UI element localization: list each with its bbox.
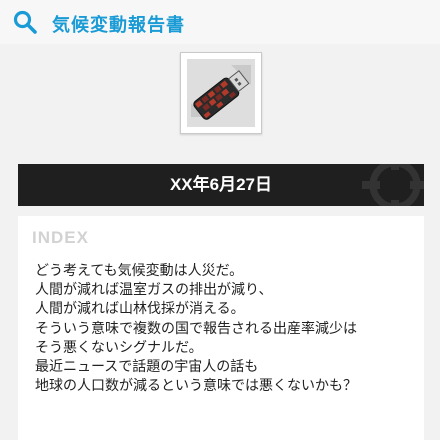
date-banner: XX年6月27日 (18, 164, 424, 206)
report-line: そう悪くないシグナルだ。 (35, 339, 203, 356)
date-label: XX年6月27日 (169, 175, 273, 194)
usb-dongle-icon (191, 65, 251, 120)
search-icon[interactable] (12, 9, 38, 35)
header-bar: 気候変動報告書 (0, 0, 440, 44)
report-line: どう考えても気候変動は人災だ。 (35, 263, 244, 279)
report-panel: INDEX どう考えても気候変動は人災だ。 人間が減れば温室ガスの排出が減り、 … (18, 216, 424, 440)
report-line: 人間が減れば温室ガスの排出が減り、 (35, 282, 273, 299)
report-line: 人間が減れば山林伐採が消える。 (35, 301, 245, 318)
page-title: 気候変動報告書 (52, 15, 185, 36)
report-body: どう考えても気候変動は人災だ。 人間が減れば温室ガスの排出が減り、 人間が減れば… (35, 262, 417, 396)
report-line: 地球の人口数が減るという意味では悪くないかも？ (35, 378, 357, 395)
item-thumbnail[interactable] (180, 52, 262, 134)
report-line: そういう意味で複数の国で報告される出産率減少は (35, 320, 357, 337)
index-label: INDEX (32, 228, 89, 247)
item-background (187, 59, 255, 127)
report-line: 最近ニュースで話題の宇宙人の話も (35, 359, 259, 376)
